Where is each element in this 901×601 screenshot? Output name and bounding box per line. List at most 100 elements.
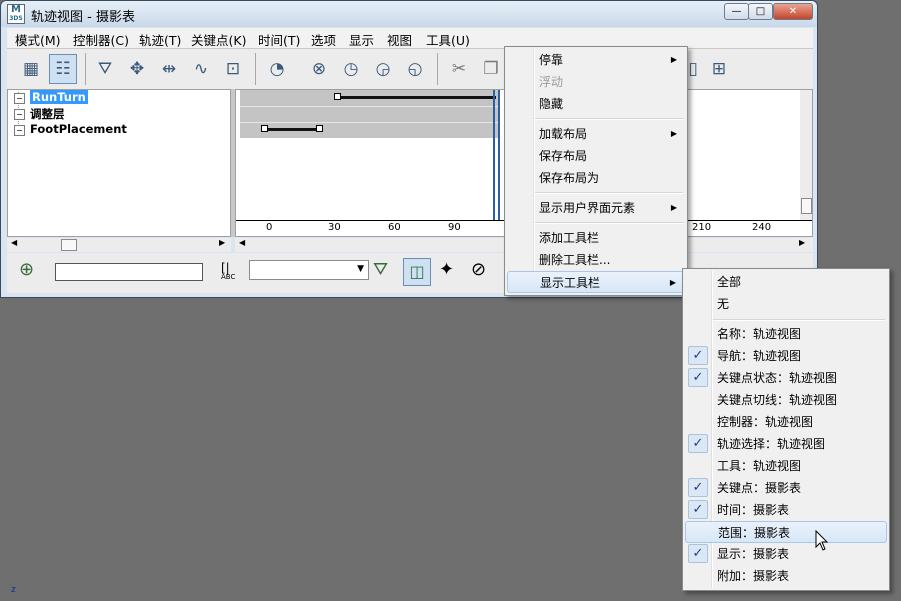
menu-track[interactable]: 轨迹(T) [139, 30, 181, 49]
expand-toggle[interactable]: − [14, 125, 25, 136]
submenu-item-name[interactable]: 名称：轨迹视图 [685, 323, 887, 345]
name-field[interactable] [55, 263, 203, 281]
checkmark-icon: ✓ [688, 368, 708, 387]
submenu-item-track-selection[interactable]: ✓ 轨迹选择：轨迹视图 [685, 433, 887, 455]
hierarchy-icon[interactable]: ⊞ [705, 54, 733, 84]
range-bar[interactable] [264, 128, 320, 131]
submenu-item-navigation[interactable]: ✓ 导航：轨迹视图 [685, 345, 887, 367]
submenu-item-controller[interactable]: 控制器：轨迹视图 [685, 411, 887, 433]
scroll-thumb[interactable] [801, 198, 812, 214]
menu-item-add-toolbar[interactable]: 添加工具栏 [507, 227, 685, 249]
tick-label: 210 [692, 222, 712, 233]
menu-view[interactable]: 视图 [387, 30, 412, 49]
tree-item-layer[interactable]: 调整层 [30, 106, 65, 122]
submenu-item-tools[interactable]: 工具：轨迹视图 [685, 455, 887, 477]
menu-item-hide[interactable]: 隐藏 [507, 93, 685, 115]
checkmark-icon: ✓ [688, 544, 708, 563]
range-handle[interactable] [316, 125, 323, 132]
filter-icon[interactable]: ⛛ [91, 54, 119, 84]
tree-horizontal-scrollbar[interactable]: ◀ ▶ [7, 238, 231, 252]
cut-icon[interactable]: ✂ [445, 54, 473, 84]
time-slider-line[interactable] [493, 90, 495, 236]
menu-keys[interactable]: 关键点(K) [191, 30, 246, 49]
insert-time-icon[interactable]: ◷ [337, 54, 365, 84]
reverse-time-icon[interactable]: ◵ [401, 54, 429, 84]
arrow-right-icon: ▶ [669, 278, 676, 287]
menu-options[interactable]: 选项 [311, 30, 336, 49]
tick-label: 0 [266, 222, 273, 233]
delete-time-icon[interactable]: ⊗ [305, 54, 333, 84]
desktop-corner-label: z [11, 585, 16, 595]
selection-dropdown[interactable]: ▼ [249, 260, 369, 280]
range-handle[interactable] [334, 93, 341, 100]
menu-item-dock[interactable]: 停靠 ▶ [507, 49, 685, 71]
app-icon[interactable]: M 3DS [7, 4, 25, 24]
close-button[interactable]: ✕ [773, 3, 813, 20]
main-toolbar: ▦ ☷ ⛛ ✥ ⇹ ∿ ⊡ ◔ ⊗ ◷ ◶ ◵ ✂ ❐ ▯ ⊞ [7, 48, 813, 89]
submenu-item-all[interactable]: 全部 [685, 271, 887, 293]
select-time-icon[interactable]: ◔ [263, 54, 291, 84]
scroll-left-arrow[interactable]: ◀ [11, 238, 17, 247]
menu-item-float: 浮动 [539, 75, 564, 89]
track-view-window: M 3DS 轨迹视图 - 摄影表 — □ ✕ 模式(M) 控制器(C) 轨迹(T… [0, 0, 818, 298]
checkmark-icon: ✓ [688, 434, 708, 453]
menu-controller[interactable]: 控制器(C) [73, 30, 129, 49]
expand-toggle[interactable]: − [14, 93, 25, 104]
filter-selected-icon[interactable]: ⛛ [373, 259, 388, 280]
range-handle[interactable] [261, 125, 268, 132]
menu-tools[interactable]: 工具(U) [426, 30, 470, 49]
zoom-extents-icon[interactable]: ✦ [439, 259, 454, 280]
menu-item-save-layout[interactable]: 保存布局 [507, 145, 685, 167]
submenu-item-extras-dopesheet[interactable]: 附加：摄影表 [685, 565, 887, 587]
menu-time[interactable]: 时间(T) [258, 30, 300, 49]
scroll-right-arrow[interactable]: ▶ [219, 238, 225, 247]
zoom-selected-icon[interactable]: ⊕ [19, 259, 34, 280]
maximize-button[interactable]: □ [748, 3, 773, 20]
add-keys-icon[interactable]: ∿ [187, 54, 215, 84]
expand-toggle[interactable]: − [14, 109, 25, 120]
move-keys-icon[interactable]: ✥ [123, 54, 151, 84]
menu-display[interactable]: 显示 [349, 30, 374, 49]
checkmark-icon: ✓ [688, 478, 708, 497]
vertical-scrollbar[interactable] [800, 90, 812, 220]
minimize-button[interactable]: — [724, 3, 749, 20]
tree-item-runturn[interactable]: RunTurn [30, 90, 88, 104]
submenu-item-keys-dopesheet[interactable]: ✓ 关键点：摄影表 [685, 477, 887, 499]
scroll-thumb[interactable] [61, 239, 77, 251]
menu-item-save-layout-as[interactable]: 保存布局为 [507, 167, 685, 189]
scroll-right-arrow[interactable]: ▶ [799, 238, 805, 247]
submenu-item-none[interactable]: 无 [685, 293, 887, 315]
scroll-left-arrow[interactable]: ◀ [239, 238, 245, 247]
select-by-name-icon[interactable]: [| ABC [221, 261, 235, 281]
tick-label: 90 [448, 222, 461, 233]
window-title: 轨迹视图 - 摄影表 [31, 10, 135, 25]
submenu-item-time-dopesheet[interactable]: ✓ 时间：摄影表 [685, 499, 887, 521]
menu-mode[interactable]: 模式(M) [15, 30, 61, 49]
submenu-item-range-dopesheet[interactable]: 范围：摄影表 [685, 521, 887, 543]
scale-time-icon[interactable]: ◶ [369, 54, 397, 84]
title-bar[interactable]: M 3DS 轨迹视图 - 摄影表 — □ ✕ [1, 1, 817, 27]
slide-keys-icon[interactable]: ⇹ [155, 54, 183, 84]
copy-icon[interactable]: ❐ [477, 54, 505, 84]
submenu-item-key-tangents[interactable]: 关键点切线：轨迹视图 [685, 389, 887, 411]
show-selected-icon[interactable]: ◫ [403, 258, 431, 286]
edit-keys-icon[interactable]: ▦ [17, 54, 45, 84]
menu-item-show-ui-elements[interactable]: 显示用户界面元素 ▶ [507, 197, 685, 219]
menu-bar: 模式(M) 控制器(C) 轨迹(T) 关键点(K) 时间(T) 选项 显示 视图… [7, 28, 813, 48]
submenu-item-key-status[interactable]: ✓ 关键点状态：轨迹视图 [685, 367, 887, 389]
lock-icon[interactable]: ⊘ [471, 259, 486, 280]
chevron-down-icon: ▼ [357, 264, 364, 274]
tick-label: 60 [388, 222, 401, 233]
show-toolbar-submenu: 全部 无 名称：轨迹视图 ✓ 导航：轨迹视图 ✓ 关键点状态：轨迹视图 关键点切线：… [682, 268, 890, 591]
menu-item-delete-toolbar[interactable]: 删除工具栏... [507, 249, 685, 271]
tree-item-footplacement[interactable]: FootPlacement [30, 122, 127, 136]
menu-item-load-layout[interactable]: 加载布局 ▶ [507, 123, 685, 145]
menu-item-show-toolbar[interactable]: 显示工具栏 ▶ [507, 271, 685, 293]
edit-ranges-icon[interactable]: ☷ [49, 54, 77, 84]
mouse-cursor-icon [815, 530, 829, 551]
arrow-right-icon: ▶ [670, 55, 677, 64]
scale-keys-icon[interactable]: ⊡ [219, 54, 247, 84]
time-slider-line[interactable] [498, 90, 500, 236]
submenu-item-display-dopesheet[interactable]: ✓ 显示：摄影表 [685, 543, 887, 565]
range-bar[interactable] [336, 96, 496, 99]
